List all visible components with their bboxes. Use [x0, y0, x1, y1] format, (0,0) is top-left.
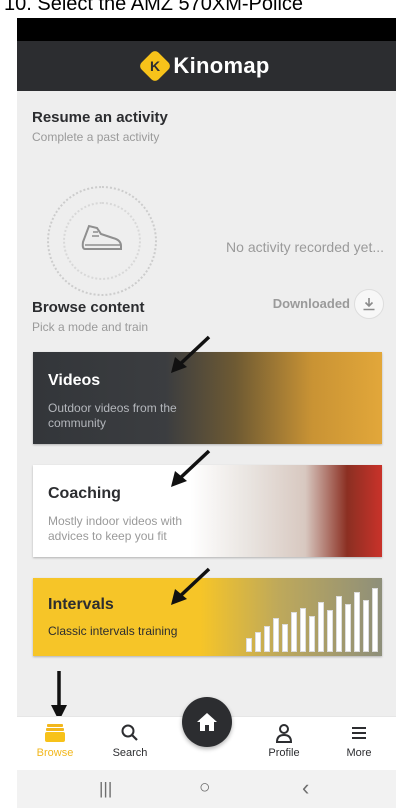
card-description: Classic intervals training — [48, 624, 178, 638]
logo-letter: K — [150, 58, 161, 74]
pointer-arrow-down-icon — [51, 671, 67, 721]
nav-label: Browse — [36, 747, 74, 759]
instruction-caption-text: 10. Select the AMZ 570XM-Police — [4, 0, 304, 15]
resume-title: Resume an activity — [32, 109, 168, 126]
app-name: Kinomap — [173, 53, 270, 78]
app-header: K Kinomap — [17, 41, 396, 91]
download-icon — [363, 298, 375, 311]
empty-activity-message: No activity recorded yet... — [226, 239, 384, 255]
downloaded-label[interactable]: Downloaded — [273, 296, 350, 311]
empty-activity-illustration — [47, 186, 157, 296]
resume-subtitle: Complete a past activity — [32, 130, 160, 144]
nav-more[interactable]: More — [329, 723, 389, 759]
nav-browse[interactable]: Browse — [25, 723, 85, 759]
browse-title: Browse content — [32, 299, 145, 316]
kinomap-logo-icon: K — [138, 49, 173, 83]
nav-label: Profile — [268, 747, 300, 759]
pointer-arrow-icon — [171, 335, 211, 373]
nav-label: Search — [112, 747, 148, 759]
nav-search[interactable]: Search — [100, 723, 160, 759]
nav-profile[interactable]: Profile — [254, 723, 314, 759]
browse-icon — [45, 724, 65, 742]
pointer-arrow-icon — [171, 449, 211, 487]
card-title: Intervals — [48, 596, 114, 613]
app-logo: K Kinomap — [138, 49, 270, 83]
recents-button[interactable]: ||| — [99, 779, 112, 799]
pointer-arrow-icon — [171, 567, 211, 605]
main-content[interactable]: Resume an activity Complete a past activ… — [17, 91, 396, 721]
card-title: Videos — [48, 372, 101, 389]
nav-label: More — [346, 747, 372, 759]
home-icon — [197, 713, 217, 731]
system-home-button[interactable]: ○ — [199, 777, 210, 799]
system-navigation-bar: ||| ○ ‹ — [17, 770, 396, 808]
back-button[interactable]: ‹ — [302, 775, 309, 801]
browse-subtitle: Pick a mode and train — [32, 320, 149, 334]
card-title: Coaching — [48, 485, 121, 502]
card-description: Mostly indoor videos with advices to kee… — [48, 514, 183, 543]
sneaker-icon — [81, 224, 122, 250]
downloaded-button[interactable] — [354, 289, 384, 319]
card-description: Outdoor videos from the community — [48, 401, 177, 430]
instruction-caption: 10. Select the AMZ 570XM-Police — [0, 0, 396, 18]
menu-icon — [352, 727, 366, 739]
person-icon — [275, 724, 293, 743]
status-bar — [17, 18, 396, 41]
interval-bars-graphic — [246, 588, 378, 652]
search-icon — [121, 724, 138, 741]
home-button[interactable] — [182, 697, 232, 747]
bottom-navigation: Browse Search Profile More — [17, 697, 396, 770]
